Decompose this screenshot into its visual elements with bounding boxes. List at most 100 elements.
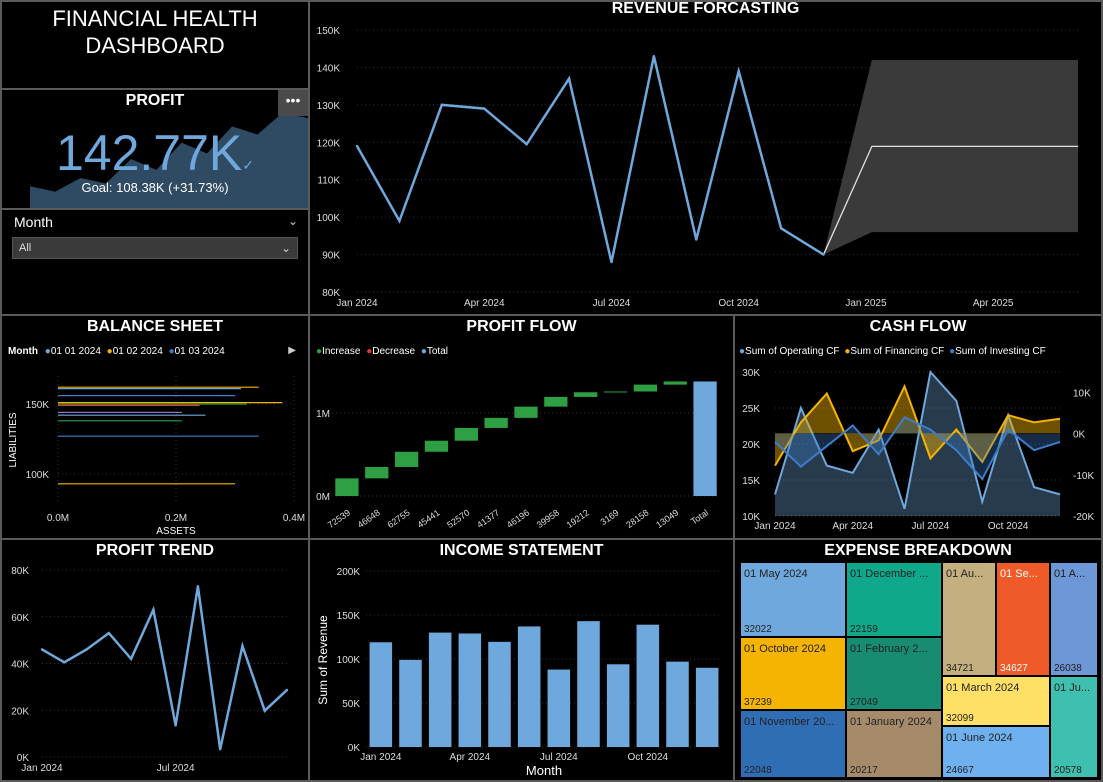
treemap-tile-value: 32099 [946, 713, 974, 724]
check-icon: ✓ [242, 157, 254, 173]
treemap-tile[interactable]: 01 January 2024 20217 [846, 710, 942, 778]
revenue-forecast-chart[interactable]: 80K90K100K110K120K130K140K150KJan 2024 Ap… [310, 2, 1101, 314]
treemap-tile-value: 34721 [946, 663, 974, 674]
profit-trend-x-tick: Jan 2024 [21, 763, 63, 774]
treemap-tile[interactable]: 01 Au... 34721 [942, 562, 996, 676]
treemap-tile[interactable]: 01 May 2024 32022 [740, 562, 846, 637]
kpi-value: 142.77K [55, 125, 243, 181]
header-panel: FINANCIAL HEALTH DASHBOARD [0, 0, 310, 90]
treemap-tile[interactable]: 01 October 2024 37239 [740, 637, 846, 710]
income-bar [606, 664, 630, 747]
profit-trend-point [63, 661, 66, 664]
revenue-point [652, 55, 656, 58]
treemap-tile-label: 01 January 2024 [850, 716, 932, 728]
waterfall-x-tick: 62755 [386, 507, 412, 530]
revenue-x-tick: Apr 2025 [973, 298, 1014, 309]
cash-flow-chart[interactable]: 30K25K20K15K10K10K0K-10K-20KJan 2024 Apr … [735, 316, 1101, 538]
treemap-tile[interactable]: 01 December ... 22159 [846, 562, 942, 637]
income-bar [399, 659, 422, 747]
profit-trend-panel: PROFIT TREND 80K 60K 40K 20K 0K Jan 2024 Jul 2… [0, 538, 310, 782]
treemap-tile[interactable]: 01 February 2... 27049 [846, 637, 942, 710]
waterfall-bar [365, 467, 389, 479]
balance-y-tick: 100K [26, 470, 50, 481]
income-y-tick: 150K [337, 611, 361, 622]
income-x-tick: Jul 2024 [540, 752, 578, 763]
treemap-tile-value: 20217 [850, 765, 878, 776]
treemap-tile[interactable]: 01 November 20... 22048 [740, 710, 846, 778]
revenue-x-tick: Jan 2025 [845, 298, 887, 309]
profit-kpi-card[interactable]: PROFIT ••• 142.77K✓ Goal: 108.38K (+31.7… [0, 88, 310, 210]
income-bar [428, 632, 452, 747]
income-y-tick: 100K [337, 655, 361, 666]
chevron-down-icon[interactable]: ⌄ [288, 214, 298, 228]
revenue-y-tick: 90K [322, 251, 340, 262]
profit-flow-chart[interactable]: 1M0M72539 46648 62755 45441 52570 41377 46196 3… [310, 316, 733, 538]
cashflow-y-tick-left: 15K [742, 476, 760, 487]
profit-trend-point [285, 688, 289, 692]
waterfall-x-tick: 45441 [415, 507, 441, 530]
treemap-tile-label: 01 A... [1054, 568, 1086, 580]
waterfall-bar [693, 381, 717, 496]
title-line-1: FINANCIAL HEALTH [52, 6, 258, 31]
balance-y-axis-label: LIABILITIES [8, 412, 19, 467]
treemap-tile[interactable]: 01 March 2024 32099 [942, 676, 1050, 726]
waterfall-x-tick: 19212 [565, 507, 591, 530]
profit-trend-point [241, 644, 244, 648]
cashflow-y-tick-left: 20K [742, 440, 760, 451]
revenue-point [355, 144, 359, 148]
revenue-point [483, 107, 486, 110]
revenue-y-tick: 110K [317, 176, 340, 187]
treemap-tile[interactable]: 01 June 2024 24667 [942, 726, 1050, 778]
cashflow-y-tick-left: 30K [742, 368, 760, 379]
waterfall-bar [394, 451, 419, 468]
treemap-tile-label: 01 November 20... [744, 716, 835, 728]
revenue-y-tick: 140K [317, 63, 341, 74]
profit-trend-chart[interactable]: 80K60K40K20K0KJan 2024 Jul 2024 [2, 540, 308, 780]
more-options-icon[interactable]: ••• [278, 90, 308, 116]
treemap-tile-value: 20578 [1054, 765, 1082, 776]
revenue-point [822, 253, 825, 256]
waterfall-x-tick: 41377 [475, 507, 501, 530]
waterfall-x-tick: 52570 [445, 507, 471, 530]
treemap-tile-value: 22048 [744, 765, 772, 776]
income-x-tick: Oct 2024 [628, 752, 669, 763]
revenue-point [440, 103, 444, 107]
treemap-tile-value: 37239 [744, 697, 772, 708]
revenue-x-tick: Oct 2024 [718, 298, 759, 309]
revenue-point [398, 219, 401, 223]
revenue-x-tick: Jul 2024 [593, 298, 631, 309]
revenue-x-tick: Apr 2024 [464, 298, 505, 309]
profit-trend-point [107, 631, 111, 635]
revenue-y-tick: 150K [317, 26, 341, 37]
waterfall-x-tick: 72539 [326, 507, 352, 530]
income-x-tick: Apr 2024 [450, 752, 491, 763]
profit-trend-line [41, 586, 288, 750]
revenue-point [567, 77, 571, 80]
title-line-2: DASHBOARD [85, 33, 225, 58]
month-dropdown[interactable]: All ⌄ [12, 237, 298, 259]
treemap-tile-value: 27049 [850, 697, 878, 708]
treemap-tile-label: 01 May 2024 [744, 568, 808, 580]
revenue-point [737, 69, 740, 73]
kpi-value-row: 142.77K✓ [2, 124, 308, 182]
waterfall-x-tick: Total [689, 507, 710, 526]
treemap-tile[interactable]: 01 Ju... 20578 [1050, 676, 1098, 778]
treemap-tile-value: 24667 [946, 765, 974, 776]
profit-trend-point [196, 585, 200, 588]
balance-sheet-chart[interactable]: 150K 100K 0.0M 0.2M 0.4M ASSETS LIABILITIES [2, 316, 308, 538]
cashflow-y-tick-right: -10K [1073, 471, 1094, 482]
revenue-forecast-panel: REVENUE FORCASTING 80K 90K 100K 110K 120K 130… [308, 0, 1103, 316]
waterfall-bar [603, 391, 628, 393]
income-bar [577, 621, 600, 747]
expense-treemap[interactable]: 01 May 2024 32022 01 October 2024 37239 01 N… [740, 562, 1098, 778]
treemap-tile[interactable]: 01 Se... 34627 [996, 562, 1050, 676]
revenue-y-tick: 120K [317, 138, 341, 149]
treemap-tile[interactable]: 01 A... 26038 [1050, 562, 1098, 676]
income-y-axis-label: Sum of Revenue [316, 615, 330, 705]
treemap-tile-label: 01 June 2024 [946, 732, 1013, 744]
forecast-confidence-band [823, 59, 1078, 255]
income-statement-chart[interactable]: 200K 150K 100K 50K 0KJan 2024 Apr 2024 Jul 202… [310, 540, 733, 780]
treemap-tile-label: 01 October 2024 [744, 643, 826, 655]
month-slicer: Month ⌄ All ⌄ [0, 208, 310, 316]
profit-trend-x-tick: Jul 2024 [157, 763, 195, 774]
